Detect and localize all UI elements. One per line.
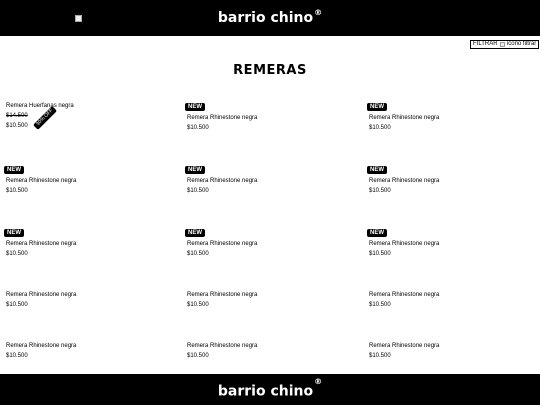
product-name[interactable]: Remera Rhinestone negra xyxy=(369,343,439,349)
new-badge: NEW xyxy=(367,103,387,111)
filter-icon xyxy=(499,42,505,47)
product-price: $10.500 xyxy=(187,188,209,194)
product-price: $10.500 xyxy=(369,251,391,257)
product-name[interactable]: Remera Rhinestone negra xyxy=(187,292,257,298)
product-card[interactable]: NEW Remera Rhinestone negra $10.500 xyxy=(4,166,154,196)
product-name[interactable]: Remera Rhinestone negra xyxy=(6,241,76,247)
product-price: $10.500 xyxy=(6,302,28,308)
new-badge: NEW xyxy=(185,103,205,111)
new-badge: NEW xyxy=(367,229,387,237)
product-card[interactable]: Remera Rhinestone negra $10.500 xyxy=(4,343,154,363)
product-card[interactable]: Remera Rhinestone negra $10.500 xyxy=(185,292,335,312)
filter-button[interactable]: FILTRAR ícono filtrar xyxy=(470,40,540,49)
product-name[interactable]: Remera Rhinestone negra xyxy=(369,115,439,121)
product-name[interactable]: Remera Rhinestone negra xyxy=(187,241,257,247)
footer-brand-logo[interactable]: barrio chino® xyxy=(0,377,540,400)
new-badge: NEW xyxy=(4,166,24,174)
brand-name: barrio chino xyxy=(217,10,314,26)
product-price: $10.500 xyxy=(187,353,209,359)
page-title: REMERAS xyxy=(233,63,307,78)
product-card[interactable]: NEW Remera Rhinestone negra $10.500 xyxy=(4,229,154,259)
footer-brand-name: barrio chino xyxy=(217,383,314,400)
product-name[interactable]: Remera Rhinestone negra xyxy=(369,241,439,247)
product-name[interactable]: Remera Rhinestone negra xyxy=(369,292,439,298)
filter-label: FILTRAR xyxy=(473,41,498,47)
product-card[interactable]: NEW Remera Rhinestone negra $10.500 xyxy=(185,166,335,196)
product-name[interactable]: Remera Rhinestone negra xyxy=(187,115,257,121)
product-name[interactable]: Remera Rhinestone negra xyxy=(187,343,257,349)
filter-icon-alt: ícono filtrar xyxy=(506,41,537,47)
product-name[interactable]: Remera Rhinestone negra xyxy=(6,292,76,298)
product-price: $10.500 xyxy=(187,125,209,131)
product-price: $10.500 xyxy=(6,123,28,129)
product-price: $10.500 xyxy=(6,251,28,257)
product-card[interactable]: Remera Huerfanas negra $14.500 $10.500 3… xyxy=(4,103,154,133)
product-card[interactable]: Remera Rhinestone negra $10.500 xyxy=(367,292,517,312)
product-price: $10.500 xyxy=(6,353,28,359)
new-badge: NEW xyxy=(185,229,205,237)
product-name[interactable]: Remera Rhinestone negra xyxy=(369,178,439,184)
product-name[interactable]: Remera Rhinestone negra xyxy=(6,178,76,184)
product-card[interactable]: NEW Remera Rhinestone negra $10.500 xyxy=(367,103,517,133)
product-card[interactable]: NEW Remera Rhinestone negra $10.500 xyxy=(367,166,517,196)
product-price: $10.500 xyxy=(369,188,391,194)
product-card[interactable]: NEW Remera Rhinestone negra $10.500 xyxy=(185,229,335,259)
product-card[interactable]: Remera Rhinestone negra $10.500 xyxy=(367,343,517,363)
product-price: $10.500 xyxy=(369,302,391,308)
registered-mark: ® xyxy=(314,7,323,17)
new-badge: NEW xyxy=(4,229,24,237)
product-old-price: $14.500 xyxy=(6,113,28,119)
new-badge: NEW xyxy=(367,166,387,174)
product-name[interactable]: Remera Rhinestone negra xyxy=(187,178,257,184)
product-price: $10.500 xyxy=(369,353,391,359)
product-card[interactable]: Remera Rhinestone negra $10.500 xyxy=(185,343,335,363)
product-price: $10.500 xyxy=(187,302,209,308)
product-price: $10.500 xyxy=(187,251,209,257)
discount-badge: 30% OFF xyxy=(33,105,58,130)
product-price: $10.500 xyxy=(369,125,391,131)
product-name[interactable]: Remera Huerfanas negra xyxy=(6,103,74,109)
product-price: $10.500 xyxy=(6,188,28,194)
footer-registered-mark: ® xyxy=(314,377,323,386)
brand-logo[interactable]: barrio chino ® xyxy=(0,0,540,36)
new-badge: NEW xyxy=(185,166,205,174)
product-name[interactable]: Remera Rhinestone negra xyxy=(6,343,76,349)
product-card[interactable]: Remera Rhinestone negra $10.500 xyxy=(4,292,154,312)
product-card[interactable]: NEW Remera Rhinestone negra $10.500 xyxy=(367,229,517,259)
product-card[interactable]: NEW Remera Rhinestone negra $10.500 xyxy=(185,103,335,133)
